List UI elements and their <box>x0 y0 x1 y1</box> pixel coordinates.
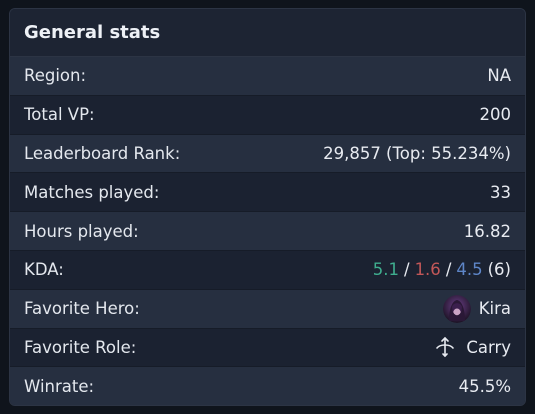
kda-ratio: (6) <box>487 260 511 280</box>
stat-value: 33 <box>490 182 511 202</box>
stat-row-favorite-role: Favorite Role: Carry <box>10 328 525 368</box>
stat-label: Favorite Role: <box>24 337 137 357</box>
stat-row-leaderboard-rank: Leaderboard Rank: 29,857 (Top: 55.234%) <box>10 134 525 174</box>
general-stats-card: General stats Region: NA Total VP: 200 L… <box>9 8 526 406</box>
card-title: General stats <box>24 22 161 43</box>
stat-label: Favorite Hero: <box>24 299 140 319</box>
kda-deaths: 1.6 <box>414 260 441 280</box>
stat-row-winrate: Winrate: 45.5% <box>10 367 525 405</box>
stat-row-hours-played: Hours played: 16.82 <box>10 212 525 251</box>
hero-portrait-icon <box>442 294 471 323</box>
favorite-role-name: Carry <box>466 337 511 357</box>
stat-value: 45.5% <box>458 377 511 397</box>
stat-value: NA <box>487 66 511 86</box>
stat-row-total-vp: Total VP: 200 <box>10 95 525 135</box>
stat-value: 16.82 <box>463 221 511 241</box>
stat-row-region: Region: NA <box>10 57 525 96</box>
stat-value: Kira <box>442 294 511 323</box>
stat-row-favorite-hero: Favorite Hero: Kira <box>10 289 525 329</box>
stat-label: Leaderboard Rank: <box>24 143 181 163</box>
kda-separator: / <box>404 260 410 280</box>
kda-kills: 5.1 <box>372 260 399 280</box>
stat-row-matches-played: Matches played: 33 <box>10 173 525 213</box>
stat-label: KDA: <box>24 260 64 280</box>
kda-separator: / <box>445 260 452 280</box>
stat-value: 200 <box>479 105 512 125</box>
stat-row-kda: KDA: 5.1 / 1.6 / 4.5 (6) <box>10 250 525 290</box>
stat-value: 29,857 (Top: 55.234%) <box>323 143 511 163</box>
stat-label: Hours played: <box>24 221 139 241</box>
stat-label: Total VP: <box>24 105 95 125</box>
kda-assists: 4.5 <box>456 260 483 280</box>
favorite-hero-name: Kira <box>478 299 511 319</box>
stat-label: Matches played: <box>24 182 160 202</box>
stat-label: Winrate: <box>24 377 95 397</box>
card-header: General stats <box>10 9 525 57</box>
stat-label: Region: <box>24 66 87 86</box>
bow-icon <box>436 337 455 358</box>
stat-value: Carry <box>434 336 511 358</box>
kda-value: 5.1 / 1.6 / 4.5 (6) <box>373 260 511 279</box>
